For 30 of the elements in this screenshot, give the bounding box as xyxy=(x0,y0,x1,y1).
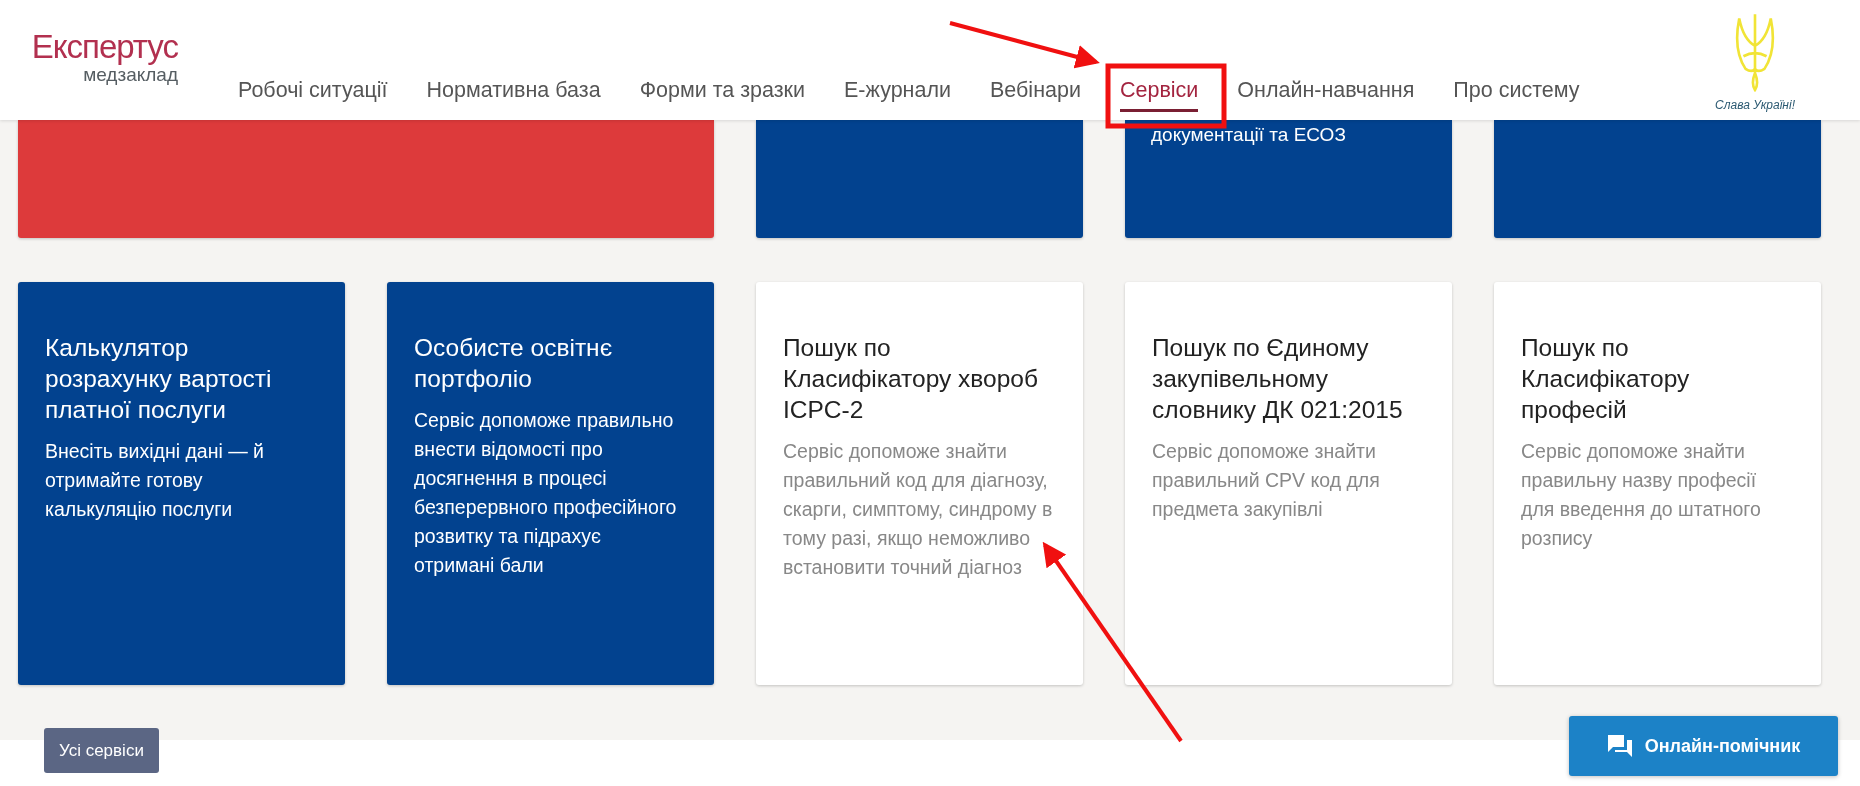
service-card[interactable]: Пошук по Класифікатору хвороб ICPC-2 Сервіс допоможе знайти правильний код для діагнозу, скарги, симптому, синдрому в тому разі, якщо неможливо встановити точний діагноз xyxy=(756,282,1083,685)
card-title: Пошук по Класифікатору професій xyxy=(1521,333,1691,425)
service-card[interactable]: Пошук по Класифікатору професій Сервіс допоможе знайти правильну назву професії для введення до штатного розпису xyxy=(1494,282,1821,685)
card-title: Пошук по Єдиному закупівельному словнику ДК 021:2015 xyxy=(1152,333,1404,425)
nav-link[interactable]: Про систему xyxy=(1453,78,1580,112)
card-description: Внесіть вихідні дані — й отримайте готову калькуляцію послуги xyxy=(45,439,265,522)
card-description: Сервіс допоможе правильно внести відомості про досягнення в процесі безперервного професійного розвитку та підрахує отримані бали xyxy=(414,408,678,578)
nav-link[interactable]: Е-журнали xyxy=(844,78,951,112)
card-title: Пошук по Класифікатору хвороб ICPC-2 xyxy=(783,333,1039,425)
nav-link[interactable]: Робочі ситуації xyxy=(238,78,388,112)
card-description: Сервіс допоможе знайти правильний код для діагнозу, скарги, симптому, синдрому в тому разі, якщо неможливо встановити точний діагноз xyxy=(783,439,1054,580)
service-card[interactable]: Особисте освітнє портфоліо Сервіс допоможе правильно внести відомості про досягнення в процесі безперервного професійного розвитку та підрахує отримані бали xyxy=(387,282,714,685)
online-helper-button[interactable]: Онлайн-помічник xyxy=(1569,716,1838,776)
nav-link[interactable]: Сервіси xyxy=(1119,78,1199,112)
all-services-button[interactable]: Усі сервіси xyxy=(44,728,159,773)
nav-link[interactable]: Форми та зразки xyxy=(639,78,805,112)
service-card[interactable]: Пошук по Єдиному закупівельному словнику ДК 021:2015 Сервіс допоможе знайти правильний CPV код для предмета закупівлі xyxy=(1125,282,1452,685)
card-title: Калькулятор розрахунку вартості платної послуги xyxy=(45,333,273,425)
card-description: Сервіс допоможе знайти правильну назву професії для введення до штатного розпису xyxy=(1521,439,1762,551)
logo-subtitle: медзаклад xyxy=(83,64,178,86)
nav-link[interactable]: Онлайн-навчання xyxy=(1237,78,1415,112)
logo-title[interactable]: Експертус xyxy=(31,30,178,64)
card-title: Особисте освітнє портфоліо xyxy=(414,333,614,394)
nav-link[interactable]: Нормативна база xyxy=(426,78,601,112)
emblem-caption: Слава Україні! xyxy=(1715,98,1795,112)
card-description: документації та ЕСОЗ xyxy=(1151,123,1347,147)
card-description: Сервіс допоможе знайти правильний CPV код для предмета закупівлі xyxy=(1152,439,1381,522)
service-card[interactable]: Калькулятор розрахунку вартості платної послуги Внесіть вихідні дані — й отримайте готову калькуляцію послуги xyxy=(18,282,345,685)
nav-link[interactable]: Вебінари xyxy=(990,78,1081,112)
service-card[interactable]: документації та ЕСОЗ xyxy=(1125,120,1452,238)
